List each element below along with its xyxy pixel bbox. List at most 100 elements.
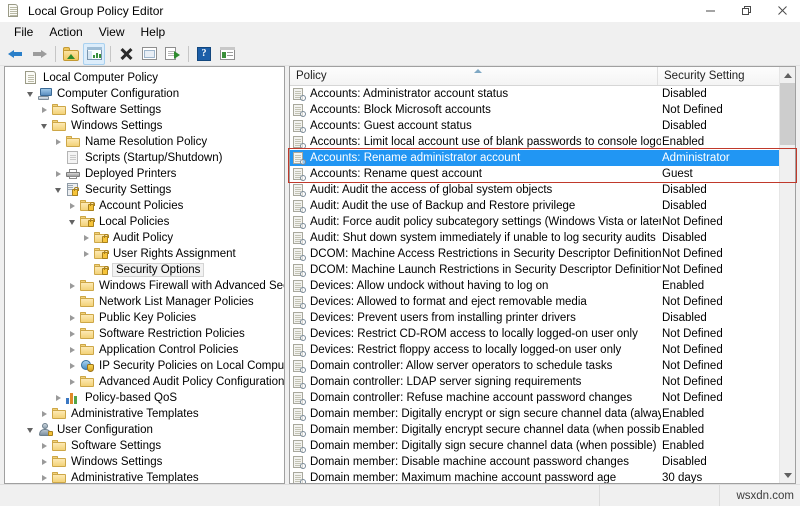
policy-row[interactable]: Devices: Restrict floppy access to local… [290, 342, 795, 358]
tree-item[interactable]: Name Resolution Policy [5, 134, 284, 150]
tree-item[interactable]: Application Control Policies [5, 342, 284, 358]
expand-chevron-icon[interactable] [65, 198, 79, 214]
expand-chevron-icon[interactable] [37, 102, 51, 118]
policy-row[interactable]: Domain member: Disable machine account p… [290, 454, 795, 470]
console-tree-pane[interactable]: Local Computer Policy Computer Configurat… [4, 66, 285, 484]
menu-item-action[interactable]: Action [41, 24, 90, 40]
tree-item[interactable]: Audit Policy [5, 230, 284, 246]
tree-item[interactable]: Windows Settings [5, 454, 284, 470]
scroll-thumb[interactable] [780, 83, 795, 145]
tree-item[interactable]: Advanced Audit Policy Configuration [5, 374, 284, 390]
policy-list-body[interactable]: Accounts: Administrator account status Di… [290, 86, 795, 483]
export-list-button[interactable] [161, 43, 183, 65]
policy-row[interactable]: Devices: Allowed to format and eject rem… [290, 294, 795, 310]
policy-row[interactable]: Domain member: Digitally encrypt secure … [290, 422, 795, 438]
policy-list-pane[interactable]: Policy Security Setting Accounts: Admini… [289, 66, 796, 484]
collapse-chevron-icon[interactable] [37, 118, 51, 134]
delete-button[interactable] [115, 43, 137, 65]
scroll-down-button[interactable] [780, 467, 795, 483]
policy-row[interactable]: Domain controller: Allow server operator… [290, 358, 795, 374]
policy-row[interactable]: Accounts: Rename administrator account Ad… [290, 150, 795, 166]
maximize-button[interactable] [728, 0, 764, 22]
tree-item[interactable]: Software Settings [5, 438, 284, 454]
menu-item-help[interactable]: Help [133, 24, 174, 40]
tree-item[interactable]: Windows Firewall with Advanced Security [5, 278, 284, 294]
collapse-chevron-icon[interactable] [51, 182, 65, 198]
tree-item[interactable]: Scripts (Startup/Shutdown) [5, 150, 284, 166]
minimize-button[interactable] [692, 0, 728, 22]
expand-chevron-icon[interactable] [37, 438, 51, 454]
policy-row[interactable]: Domain controller: Refuse machine accoun… [290, 390, 795, 406]
help-button[interactable]: ? [193, 43, 215, 65]
expand-chevron-icon[interactable] [65, 278, 79, 294]
tree-item[interactable]: Local Policies [5, 214, 284, 230]
properties-button[interactable] [138, 43, 160, 65]
expand-chevron-icon[interactable] [65, 342, 79, 358]
policy-row[interactable]: Devices: Restrict CD-ROM access to local… [290, 326, 795, 342]
expand-chevron-icon[interactable] [65, 326, 79, 342]
policy-row[interactable]: Audit: Force audit policy subcategory se… [290, 214, 795, 230]
tree-item[interactable]: Security Settings [5, 182, 284, 198]
expand-chevron-icon[interactable] [51, 134, 65, 150]
tree-item[interactable]: Computer Configuration [5, 86, 284, 102]
close-button[interactable] [764, 0, 800, 22]
policy-row[interactable]: DCOM: Machine Access Restrictions in Sec… [290, 246, 795, 262]
policy-row[interactable]: Accounts: Administrator account status Di… [290, 86, 795, 102]
tree-item[interactable]: Windows Settings [5, 118, 284, 134]
tree-item[interactable]: IP Security Policies on Local Computer [5, 358, 284, 374]
tree-item[interactable]: Account Policies [5, 198, 284, 214]
forward-button[interactable] [28, 43, 50, 65]
scroll-up-button[interactable] [780, 67, 795, 83]
policy-row[interactable]: Domain member: Maximum machine account p… [290, 470, 795, 483]
expand-chevron-icon[interactable] [79, 246, 93, 262]
tree-item[interactable]: Policy-based QoS [5, 390, 284, 406]
tree-item[interactable]: Deployed Printers [5, 166, 284, 182]
scroll-track[interactable] [780, 83, 795, 467]
tree-item[interactable]: User Rights Assignment [5, 246, 284, 262]
up-one-level-button[interactable] [60, 43, 82, 65]
tree-item[interactable]: User Configuration [5, 422, 284, 438]
expand-chevron-icon[interactable] [79, 230, 93, 246]
tree-item[interactable]: Software Settings [5, 102, 284, 118]
expand-chevron-icon[interactable] [65, 358, 79, 374]
tree-item[interactable]: Security Options [5, 262, 284, 278]
policy-row[interactable]: Accounts: Block Microsoft accounts Not De… [290, 102, 795, 118]
collapse-chevron-icon[interactable] [65, 214, 79, 230]
expand-chevron-icon[interactable] [37, 406, 51, 422]
tree-item[interactable]: Administrative Templates [5, 406, 284, 422]
expand-chevron-icon[interactable] [51, 390, 65, 406]
policy-row[interactable]: Domain controller: LDAP server signing r… [290, 374, 795, 390]
view-options-button[interactable] [216, 43, 238, 65]
menu-item-file[interactable]: File [6, 24, 41, 40]
tree-item[interactable]: Software Restriction Policies [5, 326, 284, 342]
expand-chevron-icon[interactable] [51, 166, 65, 182]
folder-icon [79, 375, 95, 389]
policy-row[interactable]: Devices: Allow undock without having to … [290, 278, 795, 294]
menu-item-view[interactable]: View [91, 24, 133, 40]
policy-row[interactable]: Devices: Prevent users from installing p… [290, 310, 795, 326]
policy-row[interactable]: Accounts: Guest account status Disabled [290, 118, 795, 134]
policy-row[interactable]: Audit: Audit the use of Backup and Resto… [290, 198, 795, 214]
tree-item[interactable]: Network List Manager Policies [5, 294, 284, 310]
column-header-security-setting[interactable]: Security Setting [658, 67, 795, 85]
policy-row[interactable]: DCOM: Machine Launch Restrictions in Sec… [290, 262, 795, 278]
list-vertical-scrollbar[interactable] [779, 67, 795, 483]
show-hide-console-tree-button[interactable] [83, 42, 105, 65]
collapse-chevron-icon[interactable] [23, 86, 37, 102]
expand-chevron-icon[interactable] [65, 374, 79, 390]
policy-row[interactable]: Accounts: Rename quest account Guest [290, 166, 795, 182]
tree-item[interactable]: Local Computer Policy [5, 70, 284, 86]
tree-item[interactable]: Public Key Policies [5, 310, 284, 326]
policy-row[interactable]: Domain member: Digitally sign secure cha… [290, 438, 795, 454]
policy-row[interactable]: Audit: Shut down system immediately if u… [290, 230, 795, 246]
tree-item[interactable]: Administrative Templates [5, 470, 284, 483]
expand-chevron-icon[interactable] [65, 310, 79, 326]
policy-row[interactable]: Domain member: Digitally encrypt or sign… [290, 406, 795, 422]
policy-row[interactable]: Audit: Audit the access of global system… [290, 182, 795, 198]
expand-chevron-icon[interactable] [37, 470, 51, 483]
expand-chevron-icon[interactable] [37, 454, 51, 470]
back-button[interactable] [5, 43, 27, 65]
policy-row[interactable]: Accounts: Limit local account use of bla… [290, 134, 795, 150]
column-header-policy[interactable]: Policy [290, 67, 658, 85]
collapse-chevron-icon[interactable] [23, 422, 37, 438]
